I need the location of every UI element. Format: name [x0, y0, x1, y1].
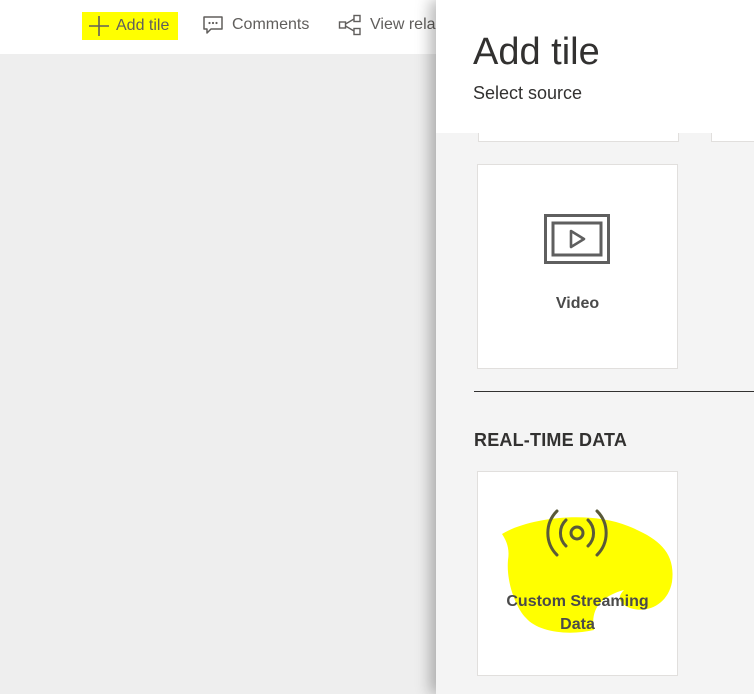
video-tile-label: Video	[555, 295, 600, 312]
section-divider	[474, 391, 754, 392]
view-related-label: View rela	[370, 16, 436, 33]
pane-subtitle: Select source	[473, 83, 583, 103]
add-tile-pane: Add tile Select source Video REAL-TIME D…	[436, 0, 754, 694]
pane-title: Add tile	[473, 31, 600, 73]
view-related-button[interactable]: View rela	[338, 10, 436, 40]
plus-icon	[88, 15, 110, 37]
realtime-section-heading: REAL-TIME DATA	[474, 430, 628, 450]
share-nodes-icon	[338, 14, 362, 36]
video-tile[interactable]: Video	[477, 164, 678, 369]
app-root: Add tile Comments View rela Add tile Sel…	[0, 0, 754, 694]
custom-streaming-data-label: Custom Streaming Data	[506, 593, 649, 633]
add-tile-button[interactable]: Add tile	[82, 12, 178, 40]
custom-streaming-data-tile[interactable]: Custom Streaming Data	[477, 471, 678, 676]
tile-partial[interactable]	[478, 133, 679, 142]
add-tile-label: Add tile	[116, 17, 170, 34]
video-icon	[544, 214, 610, 269]
comment-icon	[202, 14, 224, 36]
tile-partial[interactable]	[711, 133, 754, 142]
pane-header: Add tile Select source	[436, 0, 754, 133]
comments-button[interactable]: Comments	[202, 10, 309, 40]
comments-label: Comments	[232, 16, 310, 33]
broadcast-icon	[542, 506, 612, 565]
